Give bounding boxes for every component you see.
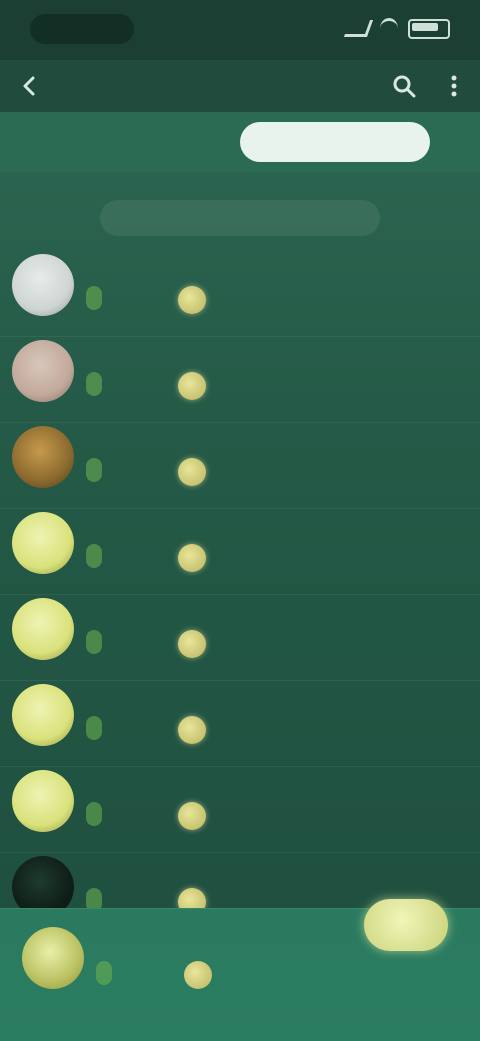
avatar [12,340,74,402]
price-badge [86,544,102,568]
item-meta-top [364,860,444,878]
now-playing-name [100,933,300,953]
now-playing-panel[interactable] [0,899,480,1041]
tab-bar [0,112,480,172]
item-meta-bottom [334,808,444,826]
price-badge [86,716,102,740]
coin-icon [184,961,212,989]
play-button[interactable] [364,899,448,951]
item-meta-top [364,258,444,276]
avatar [12,770,74,832]
now-playing-meta [334,961,444,979]
wifi-icon [380,18,398,39]
coin-icon [178,458,206,486]
item-meta-bottom [334,464,444,482]
coin-icon [178,802,206,830]
avatar [12,254,74,316]
coin-icon [178,372,206,400]
signal-icon [343,20,374,37]
list-item[interactable] [0,508,480,595]
list-item[interactable] [0,422,480,509]
price-badge [86,630,102,654]
list-item[interactable] [0,250,480,337]
avatar [12,598,74,660]
item-meta-bottom [334,378,444,396]
page-title [104,72,372,100]
avatar [12,684,74,746]
item-name [90,430,300,450]
list-item[interactable] [0,336,480,423]
item-meta-top [364,430,444,448]
list-item[interactable] [0,680,480,767]
item-meta-top [364,774,444,792]
search-icon[interactable] [392,74,416,98]
tab-1[interactable] [52,122,222,162]
coin-icon [178,716,206,744]
item-name [90,602,300,622]
list-item[interactable] [0,594,480,681]
battery-icon [408,18,450,39]
item-name [90,688,300,708]
coin-icon [178,286,206,314]
more-icon[interactable] [442,74,466,98]
item-meta-top [364,344,444,362]
now-playing-price [96,961,112,985]
list-item[interactable] [0,766,480,853]
back-arrow-icon[interactable] [18,74,42,98]
item-meta-bottom [334,722,444,740]
item-name [90,258,300,278]
item-meta-bottom [334,292,444,310]
price-badge [86,458,102,482]
status-icons [343,18,450,39]
item-name [90,774,300,794]
item-meta-top [364,516,444,534]
price-badge [86,286,102,310]
section-label [100,200,380,236]
coin-icon [178,630,206,658]
avatar [12,426,74,488]
item-meta-bottom [334,550,444,568]
app-bar [0,60,480,112]
price-badge [86,802,102,826]
coin-icon [178,544,206,572]
avatar [12,512,74,574]
item-meta-top [364,688,444,706]
status-bar [0,0,480,60]
item-meta-bottom [334,636,444,654]
item-name [90,860,300,880]
price-badge [86,372,102,396]
item-name [90,516,300,536]
now-playing-avatar [22,927,84,989]
item-meta-top [364,602,444,620]
status-time [30,14,134,44]
item-name [90,344,300,364]
tab-2[interactable] [240,122,430,162]
